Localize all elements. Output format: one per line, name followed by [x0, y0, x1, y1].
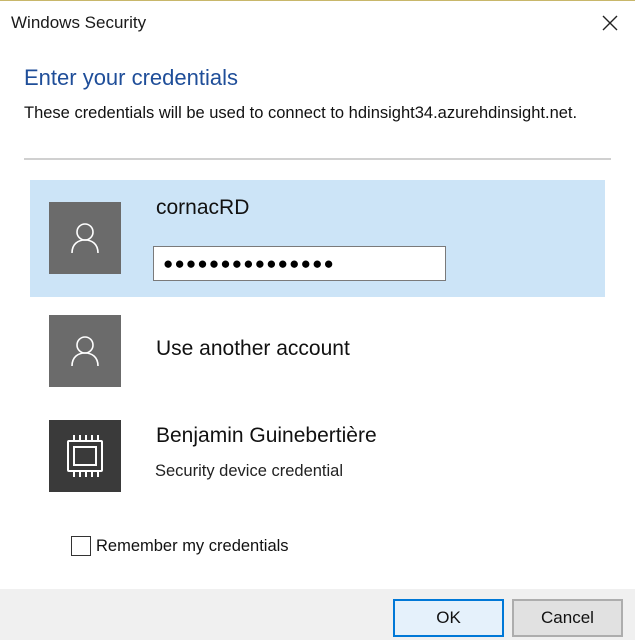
close-button[interactable]	[593, 7, 627, 39]
window-title: Windows Security	[11, 13, 147, 32]
remember-checkbox[interactable]	[71, 536, 91, 556]
password-field[interactable]: ●●●●●●●●●●●●●●●	[153, 246, 446, 281]
account-item-use-another[interactable]: Use another account	[30, 305, 605, 397]
remember-credentials[interactable]: Remember my credentials	[71, 536, 289, 556]
chip-icon	[67, 435, 103, 477]
account-name: Use another account	[156, 337, 350, 360]
account-item-security-device[interactable]: Benjamin Guinebertière Security device c…	[30, 410, 605, 502]
dialog-footer: OK Cancel	[0, 589, 635, 640]
account-item-cornacrd[interactable]: cornacRD ●●●●●●●●●●●●●●●	[30, 180, 605, 297]
account-subtitle: Security device credential	[155, 462, 344, 480]
divider	[24, 158, 611, 160]
ok-button[interactable]: OK	[393, 599, 504, 637]
close-icon	[602, 15, 618, 31]
dialog-heading: Enter your credentials	[24, 65, 238, 90]
cancel-button[interactable]: Cancel	[512, 599, 623, 637]
avatar	[49, 420, 121, 492]
credentials-dialog: Windows Security Enter your credentials …	[0, 0, 635, 640]
title-bar: Windows Security	[0, 1, 635, 45]
account-name: cornacRD	[156, 196, 250, 219]
account-name: Benjamin Guinebertière	[156, 424, 377, 447]
dialog-description: These credentials will be used to connec…	[24, 104, 578, 122]
user-icon	[71, 336, 99, 367]
avatar	[49, 315, 121, 387]
user-icon	[71, 223, 99, 254]
avatar	[49, 202, 121, 274]
remember-label: Remember my credentials	[96, 536, 289, 555]
